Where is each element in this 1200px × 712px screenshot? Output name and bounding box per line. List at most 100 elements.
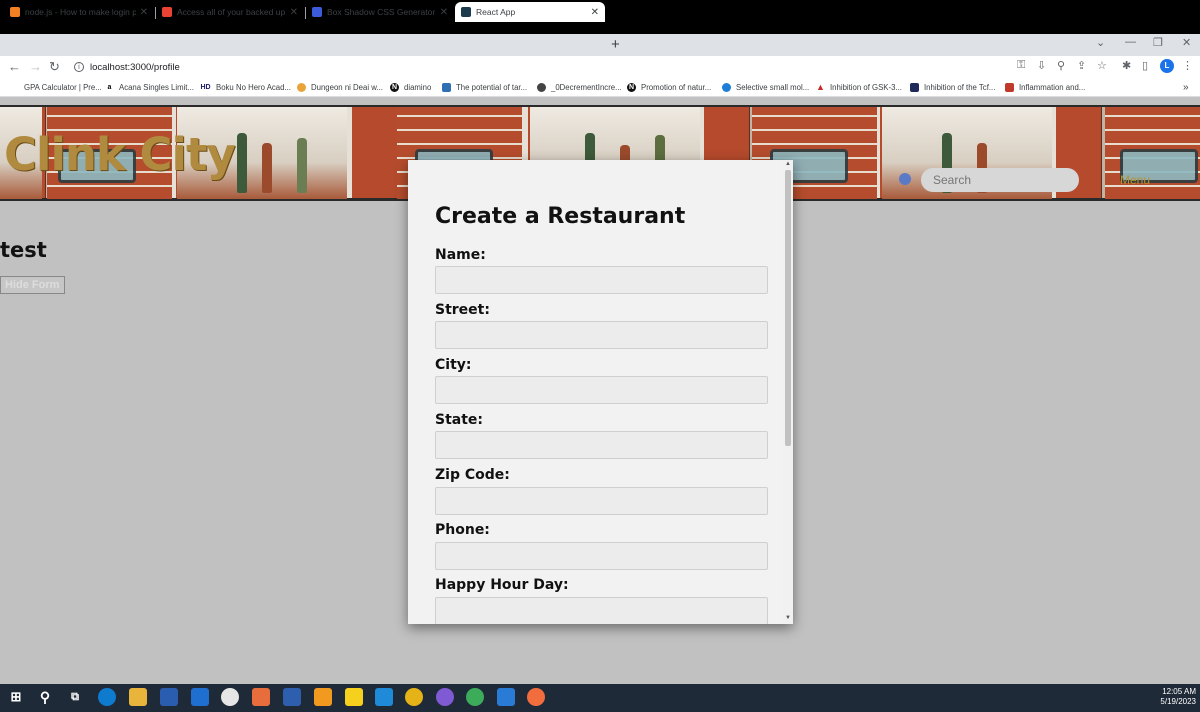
page-title: test bbox=[0, 238, 47, 262]
bookmark-label: Inflammation and... bbox=[1019, 83, 1086, 92]
address-bar[interactable]: i localhost:3000/profile bbox=[64, 58, 1008, 76]
bookmark-item[interactable]: _0DecrementIncre... bbox=[537, 81, 622, 94]
tab-title: node.js - How to make login pa bbox=[25, 7, 136, 17]
search-input[interactable] bbox=[921, 168, 1079, 192]
bookmark-item[interactable]: Inhibition of the Tcf... bbox=[910, 81, 995, 94]
happy-hour-day-field[interactable] bbox=[435, 597, 768, 624]
minimize-icon[interactable]: — bbox=[1125, 36, 1136, 48]
side-panel-icon[interactable]: ▯ bbox=[1142, 59, 1148, 72]
zip-code-field[interactable] bbox=[435, 487, 768, 515]
bookmark-label: Inhibition of GSK-3... bbox=[830, 83, 902, 92]
tab-box-shadow[interactable]: Box Shadow CSS Generator | CSS ✕ bbox=[306, 2, 454, 22]
new-tab-icon[interactable]: + bbox=[611, 36, 620, 53]
hide-form-button[interactable]: Hide Form bbox=[0, 276, 65, 294]
reload-icon[interactable]: ↻ bbox=[49, 59, 60, 75]
menu-link[interactable]: Menu bbox=[1120, 173, 1150, 187]
site-icon bbox=[297, 83, 306, 92]
amazon-icon: a bbox=[107, 84, 112, 91]
bookmark-item[interactable]: a Acana Singles Limit... bbox=[105, 81, 194, 94]
bookmark-item[interactable]: The potential of tar... bbox=[442, 81, 527, 94]
share-icon[interactable]: ⇪ bbox=[1077, 59, 1086, 72]
site-logo[interactable]: Clink City bbox=[4, 128, 236, 181]
bookmark-item[interactable]: HD Boku No Hero Acad... bbox=[200, 81, 291, 94]
bookmark-item[interactable]: Selective small mol... bbox=[722, 81, 809, 94]
bookmark-item[interactable]: Inflammation and... bbox=[1005, 81, 1085, 94]
react-icon bbox=[461, 7, 471, 17]
key-icon[interactable]: ⚿ bbox=[1017, 59, 1025, 72]
gmail-icon bbox=[162, 7, 172, 17]
tab-title: Box Shadow CSS Generator | CSS bbox=[327, 7, 436, 17]
windows-taskbar bbox=[0, 684, 1200, 712]
bookmark-item[interactable]: Dungeon ni Deai w... bbox=[297, 81, 383, 94]
tab-gmail[interactable]: Access all of your backed up pho ✕ bbox=[156, 2, 304, 22]
bookmark-label: Inhibition of the Tcf... bbox=[924, 83, 996, 92]
slack-icon[interactable] bbox=[221, 688, 239, 706]
task-view-icon[interactable]: ⧉ bbox=[66, 688, 84, 706]
forward-icon[interactable]: → bbox=[29, 59, 42, 74]
tab-title: Access all of your backed up pho bbox=[177, 7, 286, 17]
powershell-icon[interactable] bbox=[283, 688, 301, 706]
back-icon[interactable]: ← bbox=[8, 59, 21, 74]
bookmark-item[interactable]: ▲ Inhibition of GSK-3... bbox=[816, 81, 902, 94]
postman-icon[interactable] bbox=[527, 688, 545, 706]
tab-react-app[interactable]: React App ✕ bbox=[455, 2, 605, 22]
bookmark-label: GPA Calculator | Pre... bbox=[24, 83, 102, 92]
modal-scrollbar-thumb[interactable] bbox=[785, 170, 791, 446]
url-text[interactable]: localhost:3000/profile bbox=[90, 62, 180, 73]
bookmark-label: _0DecrementIncre... bbox=[551, 83, 622, 92]
tab-title: React App bbox=[476, 7, 516, 17]
install-icon[interactable]: ⇩ bbox=[1037, 59, 1046, 72]
article-icon bbox=[442, 83, 451, 92]
vscode-active-icon[interactable] bbox=[497, 688, 515, 706]
arrow-icon bbox=[910, 83, 919, 92]
phone-label: Phone: bbox=[435, 522, 490, 538]
bookmark-item[interactable]: GPA Calculator | Pre... bbox=[24, 81, 102, 94]
search-icon bbox=[899, 173, 911, 185]
city-field[interactable] bbox=[435, 376, 768, 404]
bookmark-item[interactable]: N Promotion of natur... bbox=[627, 81, 711, 94]
profile-avatar[interactable]: L bbox=[1160, 59, 1174, 73]
app-icon[interactable] bbox=[252, 688, 270, 706]
phone-field[interactable] bbox=[435, 542, 768, 570]
chrome-icon[interactable] bbox=[405, 688, 423, 706]
close-icon[interactable]: ✕ bbox=[591, 7, 599, 18]
zip-code-label: Zip Code: bbox=[435, 467, 510, 483]
tab-stackoverflow[interactable]: node.js - How to make login pa ✕ bbox=[4, 2, 154, 22]
app-green-icon[interactable] bbox=[466, 688, 484, 706]
close-icon[interactable]: ✕ bbox=[440, 7, 448, 18]
file-explorer-icon[interactable] bbox=[129, 688, 147, 706]
sublime-icon[interactable] bbox=[314, 688, 332, 706]
store-icon[interactable] bbox=[160, 688, 178, 706]
system-clock[interactable]: 12:05 AM 5/19/2023 bbox=[1150, 687, 1196, 707]
notion-icon: N bbox=[627, 83, 636, 92]
discord-icon[interactable] bbox=[436, 688, 454, 706]
kebab-menu-icon[interactable]: ⋮ bbox=[1182, 59, 1193, 72]
restore-icon[interactable]: ❐ bbox=[1153, 36, 1163, 49]
sticky-notes-icon[interactable] bbox=[345, 688, 363, 706]
vscode-icon[interactable] bbox=[375, 688, 393, 706]
street-label: Street: bbox=[435, 302, 490, 318]
more-bookmarks-icon[interactable]: » bbox=[1183, 81, 1189, 94]
tab-search-icon[interactable]: ⌄ bbox=[1096, 36, 1105, 49]
windows-start-icon[interactable]: ⊞ bbox=[7, 688, 25, 706]
mail-icon[interactable] bbox=[191, 688, 209, 706]
window-close-icon[interactable]: ✕ bbox=[1182, 36, 1191, 49]
zoom-icon[interactable]: ⚲ bbox=[1057, 59, 1065, 72]
bookmark-item[interactable]: N diamino bbox=[390, 81, 431, 94]
edge-icon[interactable] bbox=[98, 688, 116, 706]
street-field[interactable] bbox=[435, 321, 768, 349]
tab-strip bbox=[0, 34, 1200, 56]
bookmark-label: Boku No Hero Acad... bbox=[216, 83, 291, 92]
name-field[interactable] bbox=[435, 266, 768, 294]
bookmark-star-icon[interactable]: ☆ bbox=[1097, 59, 1107, 72]
scroll-down-icon[interactable]: ▼ bbox=[785, 615, 791, 621]
close-icon[interactable]: ✕ bbox=[140, 7, 148, 18]
happy-hour-day-label: Happy Hour Day: bbox=[435, 577, 569, 593]
scroll-up-icon[interactable]: ▲ bbox=[785, 161, 791, 167]
site-info-icon[interactable]: i bbox=[74, 62, 84, 72]
close-icon[interactable]: ✕ bbox=[290, 7, 298, 18]
stackoverflow-icon bbox=[10, 7, 20, 17]
state-field[interactable] bbox=[435, 431, 768, 459]
extensions-icon[interactable]: ✱ bbox=[1122, 59, 1131, 72]
search-taskbar-icon[interactable]: ⚲ bbox=[36, 688, 54, 706]
